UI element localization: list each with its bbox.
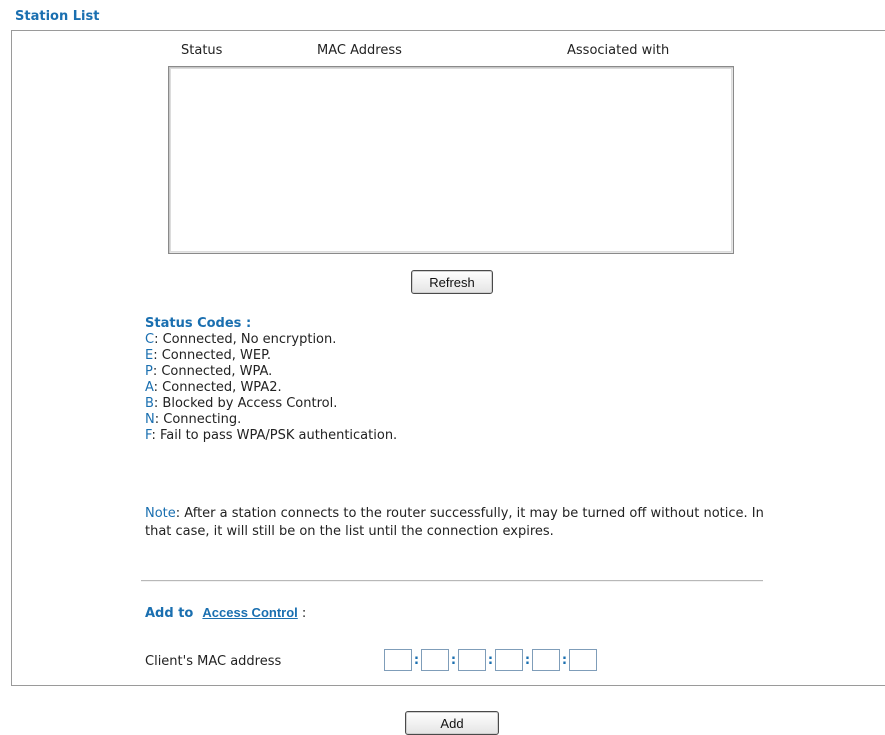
add-to-access-control: Add to Access Control : xyxy=(145,605,306,621)
status-codes: Status Codes : C: Connected, No encrypti… xyxy=(145,316,397,444)
mac-octet-6-input[interactable] xyxy=(569,649,597,671)
status-code-letter: B xyxy=(145,396,154,411)
status-code-item: N: Connecting. xyxy=(145,412,397,428)
status-code-text: : Connected, No encryption. xyxy=(154,332,337,347)
status-code-text: : Blocked by Access Control. xyxy=(153,396,338,411)
status-code-item: A: Connected, WPA2. xyxy=(145,380,397,396)
status-code-text: : Connected, WEP. xyxy=(153,348,272,363)
add-button[interactable]: Add xyxy=(405,711,499,735)
mac-octet-2-input[interactable] xyxy=(421,649,449,671)
status-codes-title: Status Codes : xyxy=(145,316,252,331)
mac-separator: : xyxy=(413,652,420,668)
divider xyxy=(141,580,763,582)
status-code-item: P: Connected, WPA. xyxy=(145,364,397,380)
mac-separator: : xyxy=(450,652,457,668)
note-text: Note: After a station connects to the ro… xyxy=(145,505,775,541)
refresh-button[interactable]: Refresh xyxy=(411,270,493,294)
note-body: : After a station connects to the router… xyxy=(145,506,764,539)
page-title: Station List xyxy=(15,9,100,24)
mac-separator: : xyxy=(561,652,568,668)
add-to-prefix: Add to xyxy=(145,606,194,621)
column-header-mac-address: MAC Address xyxy=(317,43,402,58)
column-header-associated-with: Associated with xyxy=(567,43,670,58)
status-code-letter: E xyxy=(145,348,154,363)
mac-octet-1-input[interactable] xyxy=(384,649,412,671)
mac-separator: : xyxy=(487,652,494,668)
mac-octet-4-input[interactable] xyxy=(495,649,523,671)
mac-octet-3-input[interactable] xyxy=(458,649,486,671)
status-code-text: : Fail to pass WPA/PSK authentication. xyxy=(151,428,398,443)
status-code-text: : Connecting. xyxy=(154,412,242,427)
column-header-status: Status xyxy=(181,43,223,58)
status-code-item: E: Connected, WEP. xyxy=(145,348,397,364)
status-code-text: : Connected, WPA. xyxy=(152,364,273,379)
status-code-letter: C xyxy=(145,332,155,347)
status-code-letter: P xyxy=(145,364,153,379)
add-to-suffix: : xyxy=(297,606,307,621)
mac-separator: : xyxy=(524,652,531,668)
note-label: Note xyxy=(145,506,176,521)
mac-octet-5-input[interactable] xyxy=(532,649,560,671)
mac-address-label: Client's MAC address xyxy=(145,654,282,669)
status-code-item: F: Fail to pass WPA/PSK authentication. xyxy=(145,428,397,444)
status-code-item: B: Blocked by Access Control. xyxy=(145,396,397,412)
station-listbox[interactable] xyxy=(168,66,734,254)
status-code-letter: A xyxy=(145,380,154,395)
status-code-text: : Connected, WPA2. xyxy=(153,380,282,395)
mac-address-inputs: : : : : : xyxy=(384,649,597,671)
status-code-letter: N xyxy=(145,412,155,427)
status-code-item: C: Connected, No encryption. xyxy=(145,332,397,348)
access-control-link[interactable]: Access Control xyxy=(202,605,297,620)
